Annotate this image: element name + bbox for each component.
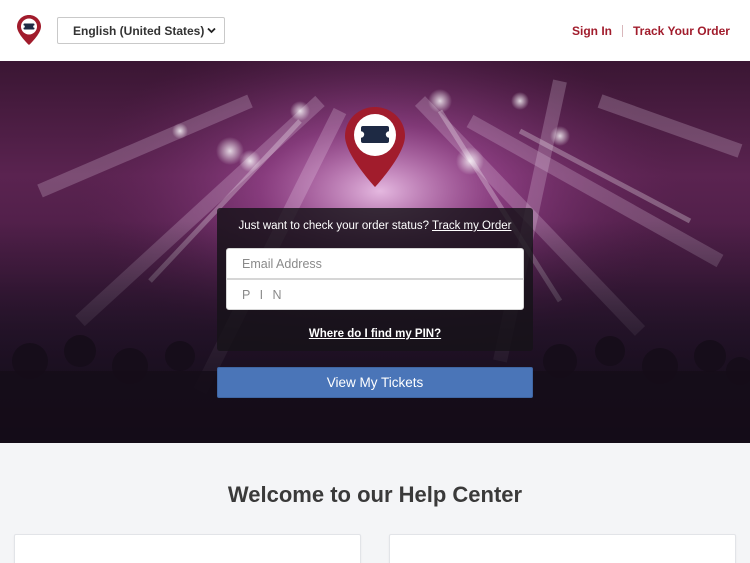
track-order-link[interactable]: Track Your Order <box>633 24 730 38</box>
chevron-down-icon <box>207 27 216 34</box>
language-select-value: English (United States) <box>73 23 205 38</box>
track-my-order-link[interactable]: Track my Order <box>432 220 511 232</box>
top-header: English (United States) Sign In Track Yo… <box>0 0 750 61</box>
help-card[interactable] <box>389 534 736 563</box>
ticket-pin-icon <box>345 107 405 187</box>
pin-help-link[interactable]: Where do I find my PIN? <box>217 328 533 340</box>
nav-divider <box>622 25 623 37</box>
help-card[interactable] <box>14 534 361 563</box>
ticket-pin-icon[interactable] <box>17 15 41 45</box>
help-center-title: Welcome to our Help Center <box>227 482 523 507</box>
order-status-text: Just want to check your order status? <box>238 220 430 232</box>
sign-in-link[interactable]: Sign In <box>572 24 612 38</box>
view-tickets-button[interactable]: View My Tickets <box>217 367 533 398</box>
hero-banner: Just want to check your order status? Tr… <box>0 61 750 443</box>
language-select[interactable]: English (United States) <box>57 17 225 44</box>
email-field[interactable] <box>226 248 524 279</box>
login-card: Just want to check your order status? Tr… <box>217 208 533 351</box>
pin-field[interactable] <box>226 279 524 310</box>
order-status-prompt: Just want to check your order status? Tr… <box>217 220 533 232</box>
